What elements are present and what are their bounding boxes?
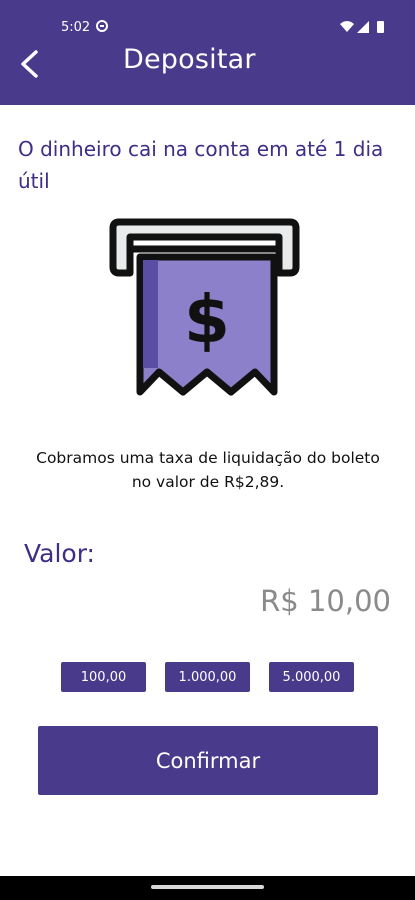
- do-not-disturb-icon: [96, 20, 108, 32]
- app-bar: 5:02 Depositar: [0, 0, 415, 105]
- amount-input[interactable]: R$ 10,00: [260, 584, 391, 618]
- deposit-headline: O dinheiro cai na conta em até 1 dia úti…: [18, 137, 384, 193]
- status-bar: 5:02: [0, 14, 415, 42]
- status-icons: [340, 21, 384, 33]
- arrow-left-icon[interactable]: [14, 47, 48, 81]
- home-gesture-handle[interactable]: [151, 885, 264, 889]
- wifi-icon: [340, 21, 354, 32]
- quick-amount-button-100[interactable]: 100,00: [61, 662, 146, 692]
- status-time: 5:02: [61, 20, 91, 35]
- confirm-button[interactable]: Confirmar: [38, 726, 378, 795]
- page-title: Depositar: [123, 44, 256, 75]
- atm-receipt-icon: $: [109, 218, 300, 396]
- quick-amount-button-1000[interactable]: 1.000,00: [165, 662, 250, 692]
- fee-note: Cobramos uma taxa de liquidação do bolet…: [36, 449, 380, 491]
- amount-label: Valor:: [24, 539, 95, 568]
- signal-icon: [357, 21, 369, 33]
- battery-icon: [377, 21, 384, 33]
- quick-amount-button-5000[interactable]: 5.000,00: [269, 662, 354, 692]
- dollar-symbol: $: [184, 281, 230, 358]
